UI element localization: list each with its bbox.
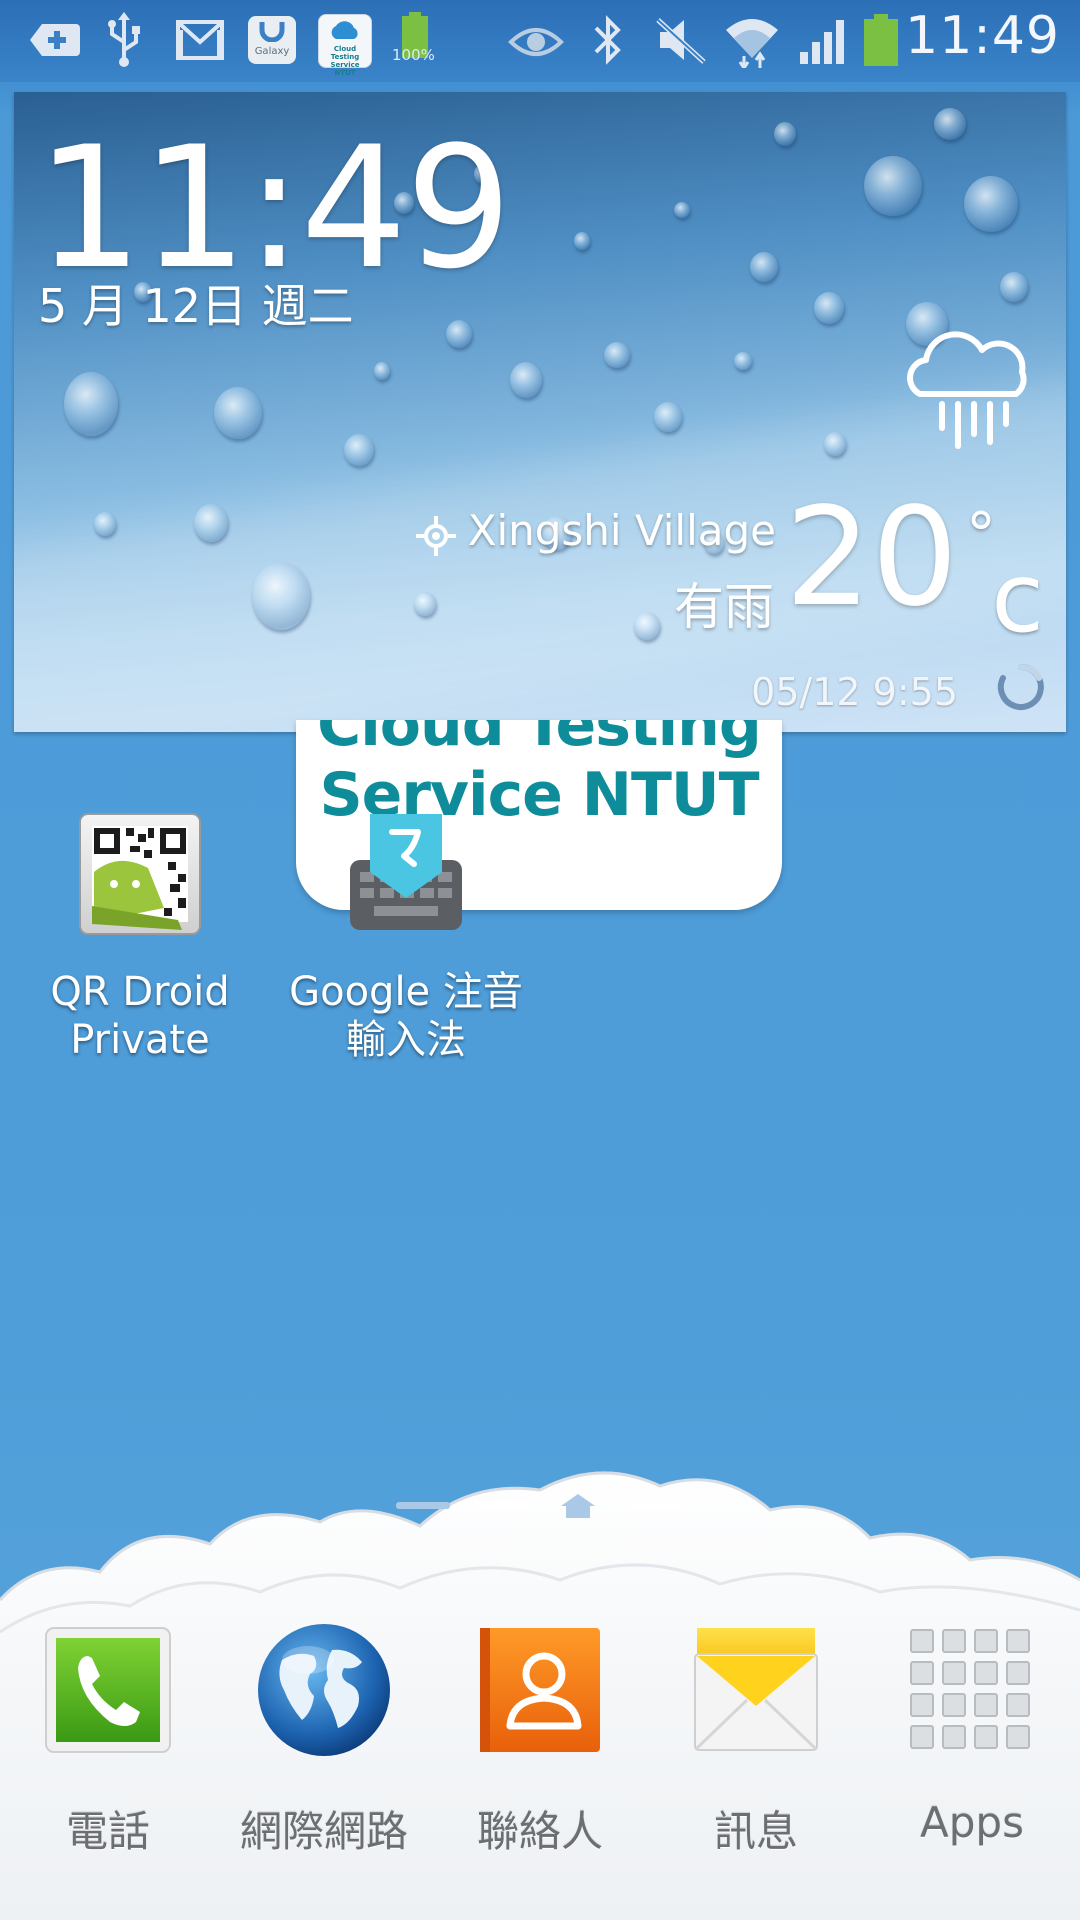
smart-stay-eye-icon <box>508 28 564 56</box>
cloud-testing-icon: Cloud Testing Service NTUT <box>318 14 372 77</box>
bluetooth-icon <box>594 15 621 65</box>
app-label-line2: 輸入法 <box>346 1017 466 1063</box>
app-label-line1: Google 注音 <box>289 969 523 1015</box>
widget-date: 5 月 12日 週二 <box>38 279 354 333</box>
phone-icon <box>45 1627 171 1753</box>
gmail-icon <box>176 20 224 60</box>
rain-cloud-icon <box>907 331 1027 449</box>
galaxy-apps-icon: Galaxy <box>248 16 296 64</box>
contacts-icon <box>480 1628 600 1752</box>
status-bar[interactable]: Galaxy Cloud Testing Service NTUT 100% 1… <box>0 0 1080 82</box>
refresh-icon[interactable] <box>996 662 1046 712</box>
battery-icon <box>864 14 898 66</box>
apps-grid-icon <box>910 1629 1030 1749</box>
dock-phone[interactable]: 電話 <box>8 1620 208 1856</box>
internet-globe-icon <box>258 1624 390 1756</box>
dock-label: 訊息 <box>713 1807 798 1856</box>
temperature-unit: c <box>991 542 1044 654</box>
weather-updated-time: 05/12 9:55 <box>751 670 958 714</box>
cloud-testing-title-line1: Cloud Testing <box>317 720 762 760</box>
qr-droid-icon <box>79 813 201 935</box>
sound-muted-icon <box>656 18 706 64</box>
dock-messages[interactable]: 訊息 <box>656 1620 856 1856</box>
usb-icon <box>108 12 140 67</box>
dock-internet[interactable]: 網際網路 <box>224 1620 424 1856</box>
page-dot-4 <box>630 1502 684 1509</box>
dock-apps[interactable]: Apps <box>872 1620 1072 1847</box>
weather-location[interactable]: Xingshi Village <box>468 506 776 555</box>
cloud-testing-label: Cloud Testing Service NTUT <box>330 45 360 77</box>
wifi-icon <box>726 19 778 68</box>
dock-label: 網際網路 <box>239 1807 408 1856</box>
page-indicator[interactable] <box>0 1490 1080 1520</box>
home-page-icon <box>561 1494 595 1518</box>
dock-contacts[interactable]: 聯絡人 <box>440 1620 640 1856</box>
signal-icon <box>800 20 844 64</box>
app-google-zhuyin[interactable]: Google 注音 輸入法 <box>286 812 526 1064</box>
battery-level-text: 100% <box>392 46 435 64</box>
weather-condition: 有雨 <box>674 578 774 636</box>
dock-label: 電話 <box>65 1807 150 1856</box>
page-dot-1 <box>396 1502 450 1509</box>
dock-label: 聯絡人 <box>476 1807 603 1856</box>
weather-temperature: 20 <box>784 479 958 637</box>
dock-label: Apps <box>920 1798 1024 1847</box>
google-zhuyin-keyboard-icon <box>350 814 462 930</box>
app-label-line2: Private <box>70 1017 210 1063</box>
add-notification-icon <box>30 24 80 56</box>
app-label-line1: QR Droid <box>50 969 230 1015</box>
page-dot-2-current <box>474 1501 530 1510</box>
messages-icon <box>694 1628 818 1751</box>
status-bar-time: 11:49 <box>905 6 1060 66</box>
app-qr-droid[interactable]: QR Droid Private <box>20 812 260 1064</box>
galaxy-label: Galaxy <box>254 46 290 57</box>
location-target-icon <box>416 516 456 556</box>
weather-clock-widget[interactable]: 11:49 5 月 12日 週二 Xingshi Village 有雨 20 °… <box>14 92 1066 732</box>
